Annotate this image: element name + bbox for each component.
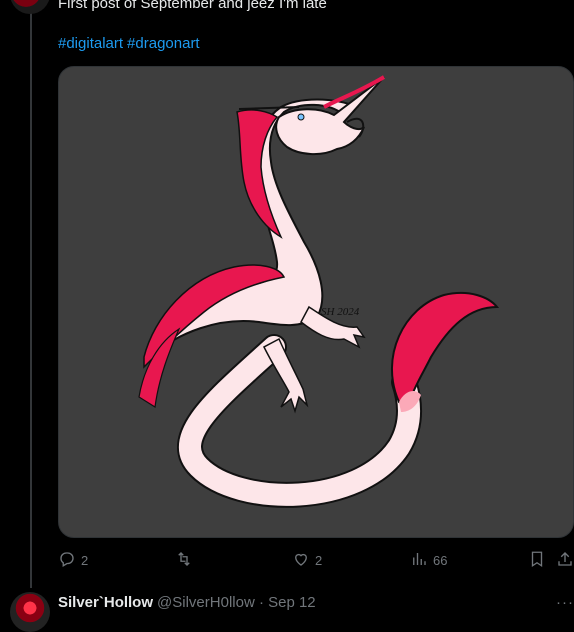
like-button[interactable]: 2 <box>292 548 322 572</box>
reply-header: Silver`Hollow @SilverH0llow · Sep 12 <box>58 594 316 611</box>
avatar[interactable] <box>10 0 50 14</box>
hashtag-link[interactable]: #digitalart <box>58 35 123 52</box>
artist-signature: SH 2024 <box>321 306 360 318</box>
hashtag-link[interactable]: #dragonart <box>127 35 200 52</box>
share-upload-icon <box>556 550 574 571</box>
like-count: 2 <box>315 552 323 568</box>
bookmark-icon <box>528 550 546 571</box>
dragon-eye <box>297 113 305 121</box>
handle-and-date[interactable]: @SilverH0llow · Sep 12 <box>157 594 316 611</box>
views-button[interactable]: 66 <box>410 548 447 572</box>
repost-button[interactable] <box>175 548 193 572</box>
post-text: First post of September and jeez I'm lat… <box>58 0 327 12</box>
dragon-artwork: SH 2024 <box>138 75 500 508</box>
views-count: 66 <box>433 552 448 568</box>
speech-bubble-icon <box>58 550 76 571</box>
post-media-image[interactable]: SH 2024 <box>58 66 574 538</box>
avatar[interactable] <box>10 592 50 632</box>
bookmark-button[interactable] <box>528 548 546 572</box>
more-options-button[interactable]: ··· <box>556 594 574 611</box>
display-name[interactable]: Silver`Hollow <box>58 594 153 611</box>
dragon-tail-tuft <box>390 291 500 409</box>
share-button[interactable] <box>556 548 574 572</box>
action-bar: 2 2 66 <box>58 548 574 572</box>
thread-line <box>30 10 32 588</box>
reply-count: 2 <box>81 552 89 568</box>
reply-button[interactable]: 2 <box>58 548 88 572</box>
hashtags: #digitalart #dragonart <box>58 35 204 52</box>
heart-icon <box>292 550 310 571</box>
repost-arrows-icon <box>175 550 193 571</box>
dragon-head <box>275 76 385 155</box>
bar-chart-icon <box>410 550 428 571</box>
